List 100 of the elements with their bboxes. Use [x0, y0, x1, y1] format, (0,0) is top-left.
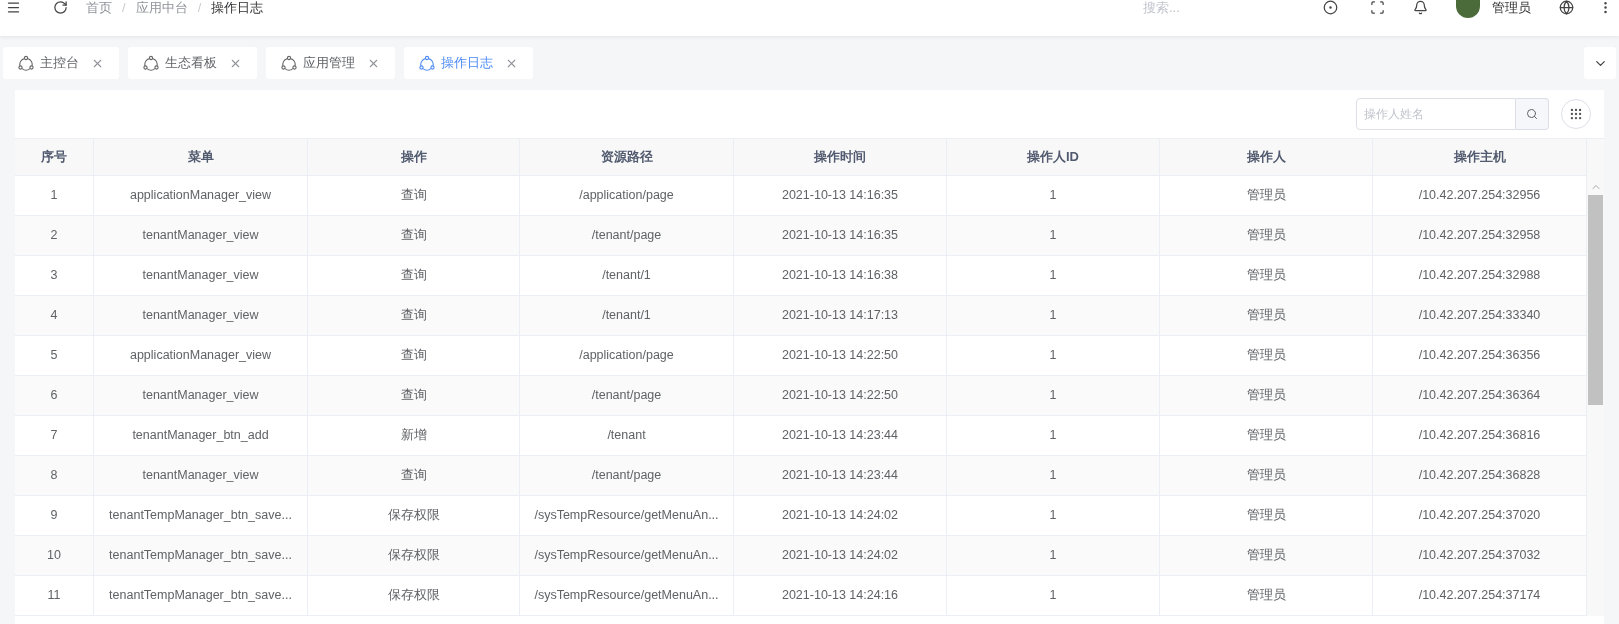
table-cell: 1 — [947, 496, 1160, 535]
table-cell: 1 — [947, 216, 1160, 255]
table-cell: 3 — [15, 256, 94, 295]
table-cell: tenantManager_view — [94, 216, 308, 255]
table-cell: 2021-10-13 14:24:16 — [734, 576, 947, 615]
table-cell: tenantManager_btn_add — [94, 416, 308, 455]
search-icon — [1526, 108, 1538, 120]
table-cell: /tenant/1 — [520, 296, 734, 335]
table-cell: /tenant — [520, 416, 734, 455]
table-cell: 8 — [15, 456, 94, 495]
user-name[interactable]: 管理员 — [1492, 0, 1531, 15]
menu-icon[interactable] — [6, 0, 21, 15]
table-cell: 1 — [15, 176, 94, 215]
table-cell: /tenant/1 — [520, 256, 734, 295]
page-tab[interactable]: 应用管理 — [266, 47, 395, 79]
table-cell: 9 — [15, 496, 94, 535]
table-cell: 1 — [947, 296, 1160, 335]
table-cell: 1 — [947, 416, 1160, 455]
table-cell: 2021-10-13 14:24:02 — [734, 536, 947, 575]
table-cell: 7 — [15, 416, 94, 455]
table-cell: 1 — [947, 456, 1160, 495]
table-cell: 管理员 — [1160, 256, 1373, 295]
table-cell: /sysTempResource/getMenuAn... — [520, 496, 734, 535]
column-header: 操作人ID — [947, 139, 1160, 175]
table-cell: /application/page — [520, 176, 734, 215]
table-cell: 1 — [947, 376, 1160, 415]
grid-icon — [1569, 107, 1583, 121]
table-cell: 6 — [15, 376, 94, 415]
page-tab[interactable]: 生态看板 — [128, 47, 257, 79]
table-cell: 管理员 — [1160, 496, 1373, 535]
table-cell: 2021-10-13 14:23:44 — [734, 416, 947, 455]
table-cell: applicationManager_view — [94, 336, 308, 375]
table-cell: 1 — [947, 576, 1160, 615]
table-cell: 11 — [15, 576, 94, 615]
table-cell: 2021-10-13 14:22:50 — [734, 336, 947, 375]
table-cell: 查询 — [308, 296, 520, 335]
table-cell: 查询 — [308, 216, 520, 255]
page-tab[interactable]: 主控台 — [3, 47, 119, 79]
table-cell: 管理员 — [1160, 536, 1373, 575]
table-cell: /tenant/page — [520, 456, 734, 495]
table-cell: 2021-10-13 14:22:50 — [734, 376, 947, 415]
table-cell: 管理员 — [1160, 296, 1373, 335]
table-cell: 1 — [947, 536, 1160, 575]
table-cell: 2021-10-13 14:17:13 — [734, 296, 947, 335]
table-cell: 10 — [15, 536, 94, 575]
column-header: 操作 — [308, 139, 520, 175]
table-cell: tenantTempManager_btn_save... — [94, 496, 308, 535]
breadcrumb-separator: / — [197, 0, 202, 15]
table-cell: tenantManager_view — [94, 256, 308, 295]
table-cell: 4 — [15, 296, 94, 335]
table-cell: 查询 — [308, 376, 520, 415]
name-search-field[interactable]: 操作人姓名 — [1356, 98, 1516, 130]
table-cell: tenantManager_view — [94, 376, 308, 415]
globe-icon[interactable] — [1559, 0, 1574, 15]
table-cell: 1 — [947, 256, 1160, 295]
table-cell: 管理员 — [1160, 416, 1373, 455]
table-cell: 2021-10-13 14:16:35 — [734, 216, 947, 255]
table-cell: 管理员 — [1160, 216, 1373, 255]
bell-icon[interactable] — [1413, 0, 1428, 15]
table-cell: 1 — [947, 336, 1160, 375]
table-cell: /application/page — [520, 336, 734, 375]
table-cell: tenantTempManager_btn_save... — [94, 576, 308, 615]
table-cell: 查询 — [308, 176, 520, 215]
table-cell: 2021-10-13 14:16:38 — [734, 256, 947, 295]
column-header: 菜单 — [94, 139, 308, 175]
table-cell: 管理员 — [1160, 456, 1373, 495]
avatar[interactable] — [1456, 0, 1480, 18]
table-cell: /sysTempResource/getMenuAn... — [520, 576, 734, 615]
table-cell: tenantManager_view — [94, 296, 308, 335]
table-cell: 管理员 — [1160, 376, 1373, 415]
table-cell: 查询 — [308, 456, 520, 495]
column-header: 序号 — [15, 139, 94, 175]
table-cell: /tenant/page — [520, 216, 734, 255]
table-cell: /tenant/page — [520, 376, 734, 415]
table-cell: 管理员 — [1160, 336, 1373, 375]
table-cell: 1 — [947, 176, 1160, 215]
table-cell: tenantManager_view — [94, 456, 308, 495]
column-header: 操作时间 — [734, 139, 947, 175]
column-header: 资源路径 — [520, 139, 734, 175]
table-cell: 2021-10-13 14:16:35 — [734, 176, 947, 215]
table-cell: 保存权限 — [308, 496, 520, 535]
table-cell: tenantTempManager_btn_save... — [94, 536, 308, 575]
table-cell: 新增 — [308, 416, 520, 455]
table-cell: 管理员 — [1160, 576, 1373, 615]
column-header: 操作人 — [1160, 139, 1373, 175]
search-button[interactable] — [1516, 98, 1549, 130]
table-cell: 2 — [15, 216, 94, 255]
table-cell: 保存权限 — [308, 576, 520, 615]
table-cell: 查询 — [308, 256, 520, 295]
page-tab[interactable]: 操作日志 — [404, 47, 533, 79]
table-cell: 管理员 — [1160, 176, 1373, 215]
record-icon[interactable] — [1323, 0, 1338, 15]
refresh-icon[interactable] — [53, 0, 68, 15]
table-cell: 查询 — [308, 336, 520, 375]
table-cell: applicationManager_view — [94, 176, 308, 215]
table-cell: 2021-10-13 14:24:02 — [734, 496, 947, 535]
scrollbar-thumb[interactable] — [1588, 195, 1603, 405]
breadcrumb-item: 操作日志 — [211, 0, 264, 15]
table-cell: 保存权限 — [308, 536, 520, 575]
fullscreen-icon[interactable] — [1370, 0, 1385, 15]
